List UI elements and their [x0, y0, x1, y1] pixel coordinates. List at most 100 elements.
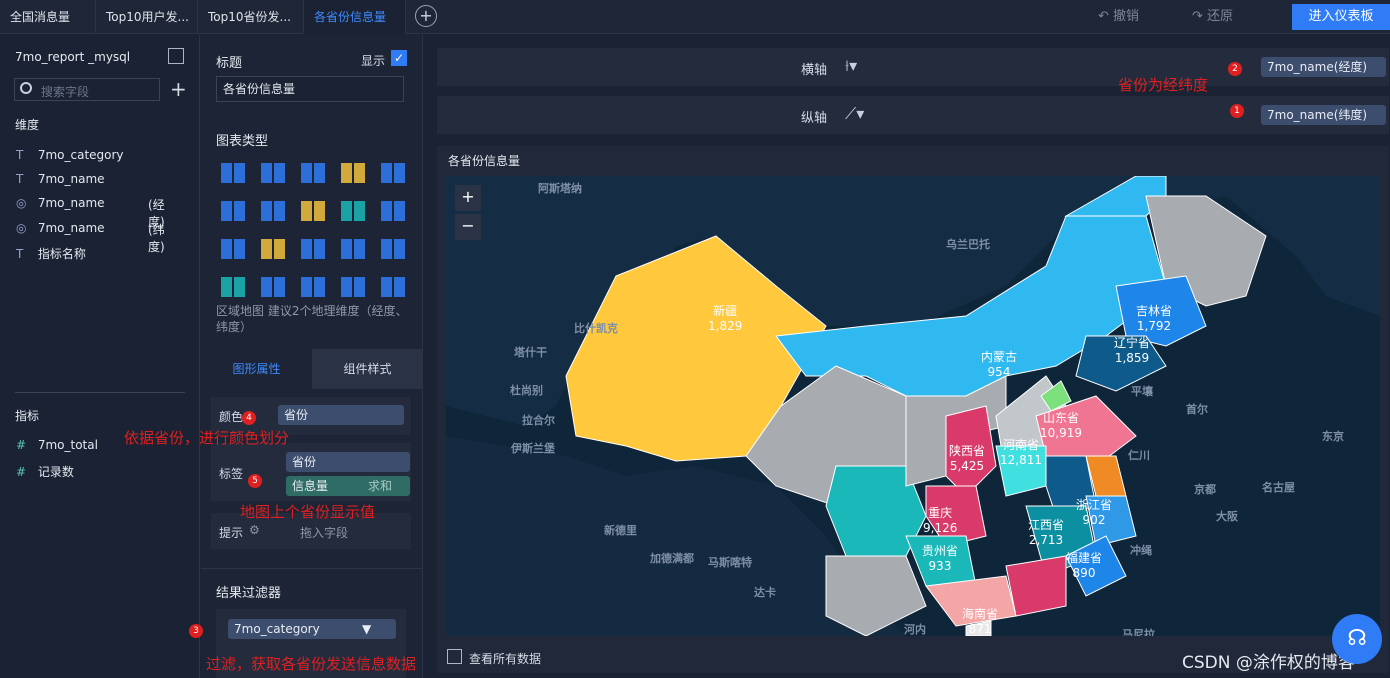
redo-button[interactable]: ↷ 还原	[1192, 0, 1233, 34]
config-panel: 标题 显示 ✓ 各省份信息量 图表类型 区域地图 建议2个地理维度（经度、纬度）…	[201, 35, 423, 678]
redo-icon: ↷	[1192, 9, 1208, 24]
dimension-item[interactable]: T 7mo_category	[16, 148, 124, 162]
dimension-name: 7mo_name	[37, 196, 105, 210]
chart-type-icon[interactable]	[221, 277, 245, 297]
dimension-item[interactable]: T 指标名称	[16, 245, 86, 262]
region-name: 江西省	[1028, 518, 1065, 532]
support-chat-icon[interactable]: ☊	[1332, 614, 1382, 664]
chart-type-icon[interactable]	[341, 277, 365, 297]
label-label: 标签	[219, 467, 244, 481]
measures-title: 指标	[15, 409, 40, 423]
chart-type-icon[interactable]	[221, 163, 245, 183]
panel-divider[interactable]	[15, 392, 185, 393]
chart-type-icon[interactable]	[381, 163, 405, 183]
tooltip-drop-zone[interactable]: 拖入字段	[300, 524, 348, 541]
chart-type-icon[interactable]	[381, 239, 405, 259]
filter-field-chip[interactable]: 7mo_category ▼	[228, 619, 396, 639]
undo-button[interactable]: ↶ 撤销	[1098, 0, 1139, 34]
switch-datasource-icon[interactable]	[168, 48, 184, 64]
chart-type-icon[interactable]	[261, 163, 285, 183]
map-svg	[446, 176, 1380, 636]
step-badge: 3	[189, 624, 203, 638]
y-axis-field-chip[interactable]: 7mo_name(纬度)	[1261, 105, 1386, 125]
zoom-out-button[interactable]: −	[455, 214, 481, 240]
tab-component-style[interactable]: 组件样式	[312, 349, 423, 389]
tab-national-messages[interactable]: 全国消息量	[0, 0, 96, 34]
dimension-item[interactable]: ◎ 7mo_name (经度)	[16, 196, 165, 229]
color-field-chip[interactable]: 省份	[278, 405, 404, 425]
panel-divider[interactable]	[201, 568, 423, 569]
region-value: 10,919	[1040, 426, 1082, 440]
annotation-color-by-province: 依据省份，进行颜色划分	[124, 429, 290, 447]
chart-type-icon[interactable]	[381, 201, 405, 221]
measure-item[interactable]: # 7mo_total	[16, 438, 98, 452]
settings-icon[interactable]: ⚙	[249, 523, 260, 537]
field-search[interactable]: 搜索字段	[14, 78, 160, 101]
x-axis-field-chip[interactable]: 7mo_name(经度)	[1261, 57, 1386, 77]
chart-title: 各省份信息量	[448, 154, 521, 168]
region-label-henan: 河南省 12,811	[1000, 438, 1042, 468]
y-axis-label: 纵轴	[801, 111, 828, 126]
search-input[interactable]: 搜索字段	[41, 83, 89, 100]
dimensions-title: 维度	[15, 118, 40, 132]
chart-type-icon[interactable]	[301, 239, 325, 259]
color-label: 颜色	[219, 410, 244, 424]
add-tab-icon[interactable]: +	[415, 5, 437, 27]
tab-top10-provinces[interactable]: Top10省份发...	[198, 0, 304, 34]
region-label-inner-mongolia: 内蒙古 954	[981, 350, 1017, 380]
dimension-suffix: (纬度)	[148, 223, 165, 254]
chart-type-icon[interactable]	[301, 277, 325, 297]
geo-label: 阿斯塔纳	[538, 182, 582, 195]
dimension-name: 7mo_name	[37, 172, 105, 186]
region-name: 内蒙古	[981, 350, 1018, 364]
region-value: 933	[928, 559, 952, 573]
label-field-chip[interactable]: 省份	[286, 452, 410, 472]
chart-type-icon[interactable]	[341, 239, 365, 259]
region-value: 12,811	[1000, 453, 1042, 467]
dimension-name: 指标名称	[37, 247, 86, 261]
chart-type-icon[interactable]	[261, 201, 285, 221]
chart-type-icon[interactable]	[301, 163, 325, 183]
tab-graphic-properties[interactable]: 图形属性	[201, 349, 312, 389]
region-name: 海南省	[962, 607, 999, 621]
geo-label: 达卡	[754, 586, 776, 599]
chart-type-icon[interactable]	[261, 239, 285, 259]
region-label-shaanxi: 陕西省 5,425	[949, 444, 985, 474]
measure-item[interactable]: # 记录数	[16, 463, 74, 480]
x-axis-label: 横轴	[801, 63, 828, 78]
step-badge: 1	[1230, 104, 1244, 118]
region-guangdong[interactable]	[1005, 555, 1067, 617]
label-measure-chip[interactable]: 信息量 求和	[286, 476, 410, 496]
region-value: 954	[987, 365, 1011, 379]
title-input[interactable]: 各省份信息量	[216, 76, 404, 102]
chart-type-icon[interactable]	[261, 277, 285, 297]
show-title-checkbox[interactable]: ✓	[391, 50, 407, 66]
tab-top10-users[interactable]: Top10用户发...	[96, 0, 198, 34]
step-badge: 2	[1228, 62, 1242, 76]
globe-icon: ◎	[16, 221, 27, 235]
chart-type-icon[interactable]	[221, 239, 245, 259]
enter-dashboard-button[interactable]: 进入仪表板	[1292, 4, 1390, 30]
annotation-map-values: 地图上个省份显示值	[240, 503, 376, 521]
dimension-item[interactable]: ◎ 7mo_name (纬度)	[16, 221, 165, 254]
geo-label: 拉合尔	[522, 414, 555, 427]
annotation-lat-lng: 省份为经纬度	[1118, 76, 1209, 94]
region-map[interactable]: 阿斯塔纳 乌兰巴托 比什凯克 塔什干 杜尚别 伊斯兰堡 新德里 加德满都 平壤 …	[446, 176, 1380, 636]
view-all-checkbox[interactable]	[447, 649, 462, 664]
tab-province-messages[interactable]: 各省份信息量	[304, 0, 406, 34]
chart-type-icon[interactable]	[301, 201, 325, 221]
region-label-chongqing: 重庆 9,126	[923, 506, 957, 536]
y-axis-chart-icon[interactable]: ⟋▾	[845, 104, 864, 124]
chart-type-icon[interactable]	[341, 163, 365, 183]
show-title-label: 显示	[361, 54, 386, 68]
filter-field-name: 7mo_category	[234, 622, 320, 636]
x-axis-chart-icon[interactable]: ⟊▾	[845, 56, 857, 76]
chart-type-icon[interactable]	[381, 277, 405, 297]
chart-type-icon[interactable]	[221, 201, 245, 221]
dimension-item[interactable]: T 7mo_name	[16, 172, 105, 186]
add-field-icon[interactable]: +	[170, 77, 187, 101]
annotation-filter: 过滤，获取各省份发送信息数据	[206, 655, 417, 673]
filter-icon[interactable]: ▼	[362, 619, 371, 639]
zoom-in-button[interactable]: +	[455, 185, 481, 211]
chart-type-icon[interactable]	[341, 201, 365, 221]
